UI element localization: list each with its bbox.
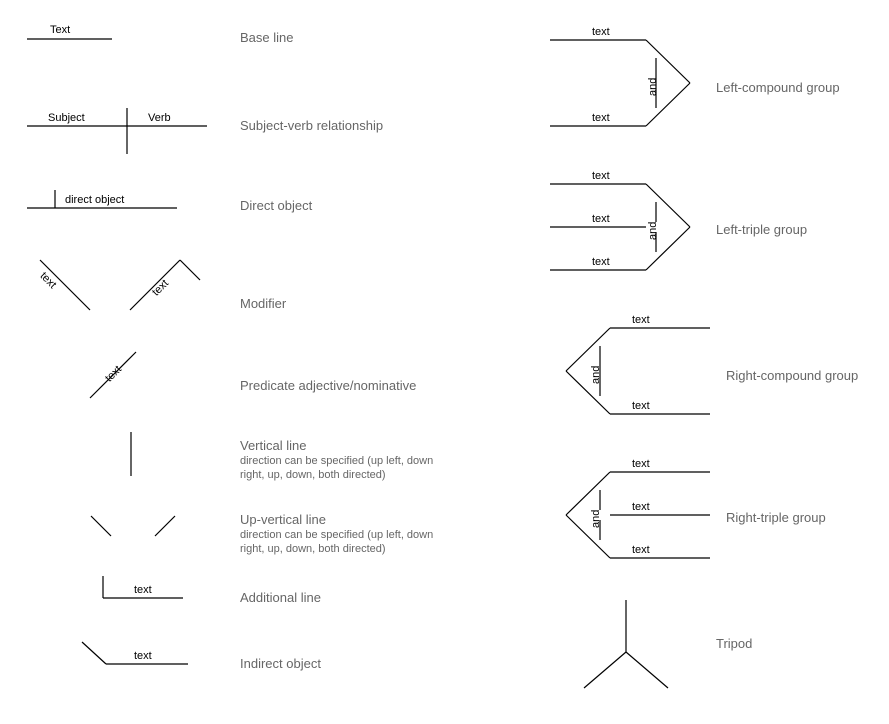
tripod-label: Tripod: [716, 636, 752, 651]
left-triple-conj: and: [647, 222, 659, 240]
up-vertical-line-desc: direction can be specified (up left, dow…: [240, 528, 450, 557]
direct-object-label: Direct object: [240, 198, 312, 213]
right-triple-text-1: text: [632, 458, 650, 470]
right-triple-label: Right-triple group: [726, 510, 826, 525]
right-compound-label: Right-compound group: [726, 368, 858, 383]
left-triple-text-2: text: [592, 213, 610, 225]
left-triple-label: Left-triple group: [716, 222, 807, 237]
baseline-diagram: [27, 36, 112, 42]
indirect-object-label: Indirect object: [240, 656, 321, 671]
left-triple-text-1: text: [592, 170, 610, 182]
right-triple-text-2: text: [632, 501, 650, 513]
vertical-line-diagram: [128, 432, 134, 476]
vertical-line-label: Vertical line: [240, 438, 306, 453]
left-compound-text-2: text: [592, 112, 610, 124]
left-compound-conj: and: [647, 78, 659, 96]
up-vertical-line-label: Up-vertical line: [240, 512, 326, 527]
left-triple-diagram: [550, 172, 710, 282]
vertical-line-desc: direction can be specified (up left, dow…: [240, 454, 450, 483]
subject-text: Subject: [48, 112, 85, 124]
right-compound-conj: and: [590, 366, 602, 384]
pred-adj-label: Predicate adjective/nominative: [240, 378, 416, 393]
baseline-label: Base line: [240, 30, 293, 45]
right-triple-text-3: text: [632, 544, 650, 556]
modifier-label: Modifier: [240, 296, 286, 311]
tripod-diagram: [576, 596, 676, 696]
verb-text: Verb: [148, 112, 171, 124]
right-compound-text-2: text: [632, 400, 650, 412]
subject-verb-label: Subject-verb relationship: [240, 118, 383, 133]
additional-line-label: Additional line: [240, 590, 321, 605]
baseline-text: Text: [50, 24, 70, 36]
up-vertical-line-diagram: [85, 512, 185, 540]
direct-object-text: direct object: [65, 194, 124, 206]
indirect-object-text: text: [134, 650, 152, 662]
right-compound-text-1: text: [632, 314, 650, 326]
left-compound-text-1: text: [592, 26, 610, 38]
right-triple-conj: and: [590, 510, 602, 528]
left-compound-label: Left-compound group: [716, 80, 840, 95]
additional-line-text: text: [134, 584, 152, 596]
left-compound-diagram: [550, 28, 710, 138]
left-triple-text-3: text: [592, 256, 610, 268]
